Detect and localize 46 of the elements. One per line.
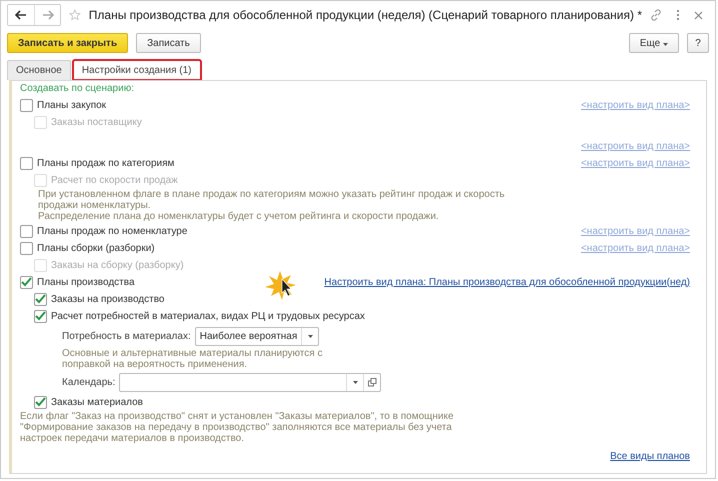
help-button[interactable]: ? xyxy=(687,33,709,53)
more-button[interactable]: Еще xyxy=(628,33,679,53)
checkbox[interactable] xyxy=(20,224,33,238)
calendar-field[interactable] xyxy=(119,373,382,392)
checkbox-label: Планы продаж по категориям xyxy=(37,158,174,168)
field-label: Календарь: xyxy=(62,377,116,388)
configure-plan-link[interactable]: Настроить вид плана: Планы производства для обособленной продукции(нед) xyxy=(324,276,696,288)
hint-text: Если флаг "Заказ на производство" снят и установлен "Заказы материалов", то в помощнике "Формирование заказов на передачу в производство" заполняются все материалы без учета настроек передачи материалов в производство. xyxy=(20,411,455,444)
save-and-close-button[interactable]: Записать и закрыть xyxy=(7,33,128,53)
checkbox[interactable] xyxy=(34,396,47,408)
close-icon[interactable] xyxy=(694,10,703,20)
checkbox-label: Планы продаж по номенклатуре xyxy=(37,226,188,236)
hint-text: Основные и альтернативные материалы планируются с поправкой на вероятность применения. xyxy=(62,348,324,370)
checkbox-label: Расчет по скорости продаж xyxy=(51,174,178,186)
more-options-icon[interactable] xyxy=(676,9,680,21)
section-title: Создавать по сценарию: xyxy=(20,83,135,94)
dropdown-icon[interactable] xyxy=(352,381,358,384)
checkbox[interactable] xyxy=(34,292,47,306)
link-icon[interactable] xyxy=(650,9,662,21)
hint-text: Распределение плана до номенклатуры будет с учетом рейтинга и скорости продажи. xyxy=(38,211,440,222)
field-label: Потребность в материалах: xyxy=(62,331,191,342)
checkbox-label: Заказы материалов xyxy=(51,396,143,408)
checkbox-label: Планы производства xyxy=(37,276,134,288)
checkbox-label: Расчет потребностей в материалах, видах РЦ и трудовых ресурсах xyxy=(51,310,365,322)
checkbox-label: Заказы поставщику xyxy=(51,116,142,128)
tab[interactable]: Настройки создания (1) xyxy=(72,60,200,80)
material-need-select[interactable]: Наиболее вероятная xyxy=(194,327,319,346)
open-icon[interactable] xyxy=(368,378,377,387)
hint-text: При установленном флаге в плане продаж по категориям можно указать рейтинг продаж и скорость продажи номенклатуры. xyxy=(38,189,506,211)
checkbox[interactable] xyxy=(20,156,33,170)
checkbox-label: Заказы на производство xyxy=(51,294,164,304)
checkbox-label: Планы сборки (разборки) xyxy=(37,242,155,254)
dropdown-icon xyxy=(663,42,668,46)
forward-arrow-icon xyxy=(42,10,54,20)
window-title: Планы производства для обособленной продукции (неделя) (Сценарий товарного планирования) * xyxy=(88,8,642,22)
checkbox[interactable] xyxy=(20,242,33,254)
checkbox-label: Планы закупок xyxy=(37,100,106,110)
checkbox[interactable] xyxy=(20,98,33,112)
checkbox[interactable] xyxy=(34,310,47,322)
save-button[interactable]: Записать xyxy=(136,33,201,53)
dropdown-icon[interactable] xyxy=(308,335,313,338)
checkbox[interactable] xyxy=(20,276,33,288)
checkbox-label: Заказы на сборку (разборку) xyxy=(51,260,184,270)
all-plan-types-link[interactable]: Все виды планов xyxy=(610,450,696,462)
tab[interactable]: Основное xyxy=(7,60,71,80)
back-arrow-icon xyxy=(15,10,27,20)
